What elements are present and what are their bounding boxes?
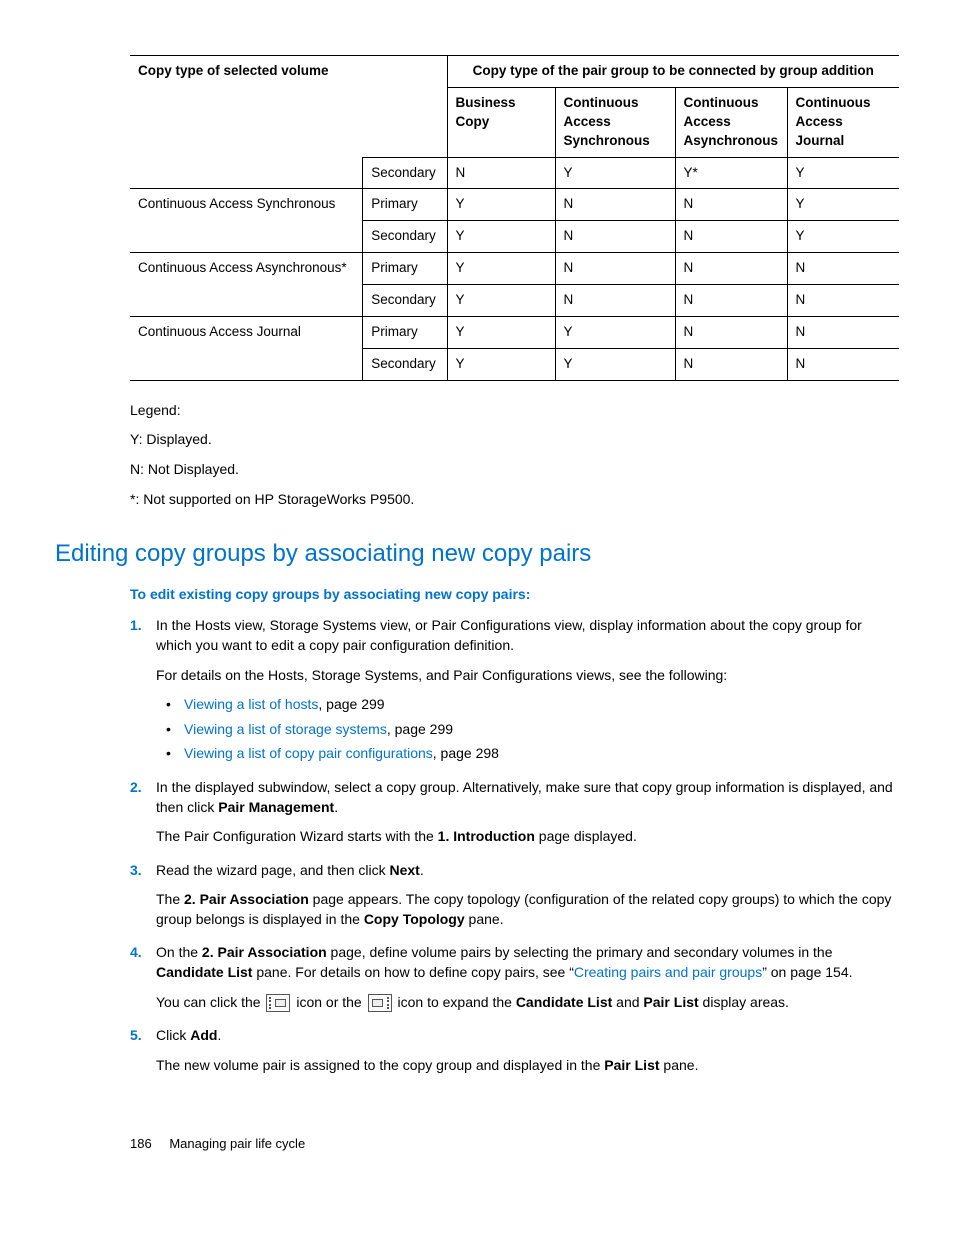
table-row: Secondary N Y Y* Y [130,157,899,189]
page-footer: 186 Managing pair life cycle [130,1135,899,1153]
col-ca-async: Continuous Access Asynchronous [675,87,787,157]
list-item: Viewing a list of storage systems, page … [166,720,899,740]
legend-title: Legend: [130,401,899,421]
table-row: Continuous Access Synchronous Primary Y … [130,189,899,221]
step-2: In the displayed subwindow, select a cop… [130,778,899,847]
link-view-storage[interactable]: Viewing a list of storage systems [184,721,387,737]
table-row: Continuous Access Asynchronous* Primary … [130,253,899,285]
col-ca-sync: Continuous Access Synchronous [555,87,675,157]
link-creating-pairs[interactable]: Creating pairs and pair groups [574,964,762,980]
col-business-copy: Business Copy [447,87,555,157]
chapter-title: Managing pair life cycle [169,1136,305,1151]
col-ca-journal: Continuous Access Journal [787,87,899,157]
list-item: Viewing a list of hosts, page 299 [166,695,899,715]
step-4: On the 2. Pair Association page, define … [130,943,899,1012]
step-5: Click Add. The new volume pair is assign… [130,1026,899,1075]
legend-n: N: Not Displayed. [130,460,899,480]
step-3: Read the wizard page, and then click Nex… [130,861,899,930]
table-header-right: Copy type of the pair group to be connec… [447,56,899,88]
link-view-config[interactable]: Viewing a list of copy pair configuratio… [184,745,433,761]
link-view-hosts[interactable]: Viewing a list of hosts [184,696,318,712]
procedure-steps: In the Hosts view, Storage Systems view,… [130,616,899,1075]
expand-left-icon [266,994,290,1012]
copy-type-table: Copy type of selected volume Copy type o… [130,55,899,381]
table-header-left: Copy type of selected volume [130,56,447,158]
table-row: Continuous Access Journal Primary Y Y N … [130,317,899,349]
step-1: In the Hosts view, Storage Systems view,… [130,616,899,764]
section-heading: Editing copy groups by associating new c… [55,537,899,571]
table-legend: Legend: Y: Displayed. N: Not Displayed. … [130,401,899,509]
list-item: Viewing a list of copy pair configuratio… [166,744,899,764]
page-number: 186 [130,1136,152,1151]
procedure-subhead: To edit existing copy groups by associat… [130,585,899,605]
legend-y: Y: Displayed. [130,430,899,450]
expand-right-icon [368,994,392,1012]
legend-star: *: Not supported on HP StorageWorks P950… [130,490,899,510]
